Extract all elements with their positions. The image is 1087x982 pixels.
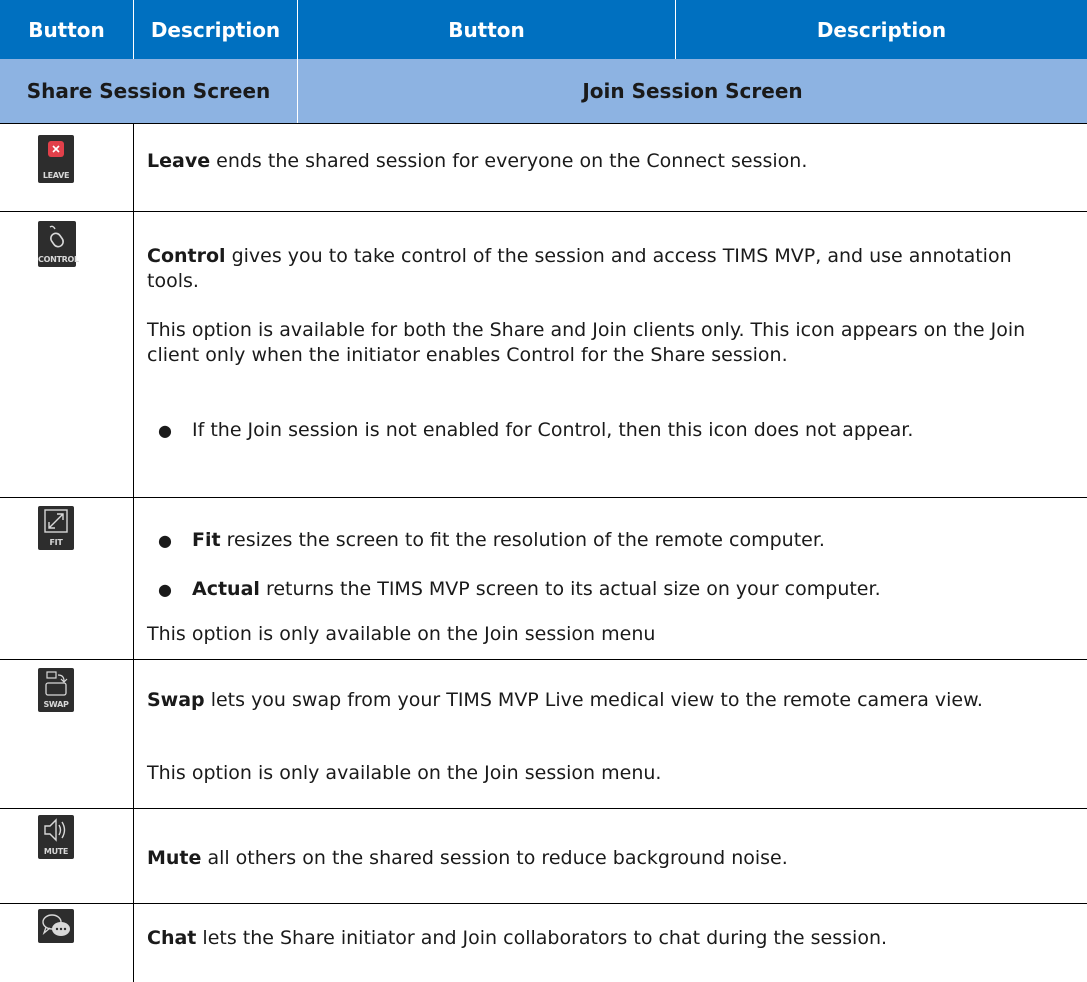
leave-term: Leave [147,150,211,172]
header-button-2: Button [448,17,525,42]
swap-term: Swap [147,689,205,711]
bullet-dot: ● [158,580,172,599]
row-divider [0,903,1087,904]
leave-icon: LEAVE [38,135,74,183]
fit-icon-label: FIT [49,538,63,547]
leave-description: Leave ends the shared session for everyo… [147,149,1067,174]
section-share: Share Session Screen [26,79,271,103]
row-divider [0,808,1087,809]
fit-text: resizes the screen to fit the resolution… [220,529,825,551]
fit-term: Fit [192,529,221,551]
chat-term: Chat [147,927,197,949]
control-bullet-text: If the Join session is not enabled for C… [192,419,914,441]
control-bullet: ● If the Join session is not enabled for … [158,418,1042,443]
actual-text: returns the TIMS MVP screen to its actua… [259,578,881,600]
control-availability: This option is available for both the Sh… [147,319,1026,366]
swap-text: lets you swap from your TIMS MVP Live me… [204,689,983,711]
swap-description: Swap lets you swap from your TIMS MVP Li… [147,688,1047,713]
chat-text: lets the Share initiator and Join collab… [196,927,888,949]
section-join: Join Session Screen [582,79,803,103]
table-header-row: Button Description Button Description [0,0,1087,59]
chat-description: Chat lets the Share initiator and Join c… [147,926,1047,951]
control-icon-label: CONTROL [38,255,79,264]
control-description: Control gives you to take control of the… [147,244,1047,294]
mute-icon-label: MUTE [43,847,69,856]
fit-note: This option is only available on the Joi… [147,623,656,645]
row-divider [0,211,1087,212]
leave-text: ends the shared session for everyone on … [210,150,808,172]
swap-icon-label: SWAP [43,700,69,709]
control-term: Control [147,245,226,267]
leave-icon-label: LEAVE [42,171,70,180]
mute-text: all others on the shared session to redu… [201,847,788,869]
mouse-cursor-icon: CONTROL [38,221,79,267]
actual-bullet: ● Actual returns the TIMS MVP screen to i… [158,577,1072,602]
button-reference-table: Button Description Button Description Sh… [0,0,1087,982]
fit-expand-icon: FIT [38,506,74,550]
fit-bullet: ● Fit resizes the screen to fit the resol… [158,528,1072,553]
control-text: gives you to take control of the session… [147,245,1012,292]
row-divider [0,497,1087,498]
mute-description: Mute all others on the shared session to… [147,846,1047,871]
swap-icon: SWAP [38,668,74,712]
header-description: Description [150,17,281,42]
column-divider [133,123,134,982]
swap-note: This option is only available on the Joi… [147,762,662,784]
header-button: Button [28,17,105,42]
mute-term: Mute [147,847,202,869]
speaker-icon: MUTE [38,815,74,859]
table-section-row: Share Session Screen Join Session Screen [0,59,1087,123]
row-divider [0,659,1087,660]
row-divider [0,123,1087,124]
chat-bubbles-icon [38,909,74,943]
header-description-2: Description [816,17,947,42]
bullet-dot: ● [158,421,172,440]
actual-term: Actual [192,578,260,600]
bullet-dot: ● [158,531,172,550]
